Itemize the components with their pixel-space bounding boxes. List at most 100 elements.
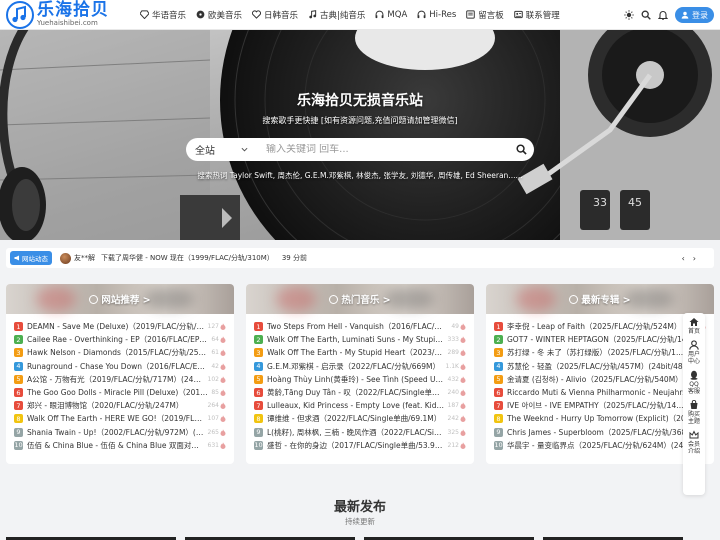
card-header[interactable]: 最新专辑 > [486,284,714,314]
list-item[interactable]: 9 L(桃籽), 周林枫, 三楠 - 晚风作酒（2022/FLAC/Sing...… [254,426,466,439]
list-item-title[interactable]: GOT7 - WINTER HEPTAGON（2025/FLAC/分轨/14..… [507,334,706,345]
list-item-title[interactable]: 金请夏 (김청하) - Alivio（2025/FLAC/分轨/540M）(..… [507,374,706,385]
list-item-title[interactable]: 李幸倪 - Leap of Faith（2025/FLAC/分轨/524M） [507,321,688,332]
activity-prev-button[interactable]: ‹ [682,254,685,263]
list-item-title[interactable]: 黄龄,Tăng Duy Tân - 叹（2022/FLAC/Single单曲/5… [267,387,445,398]
list-item-title[interactable]: G.E.M.邓紫棋 - 启示录（2022/FLAC/分轨/669M） [267,361,443,372]
nav-item-chinese-music[interactable]: 华语音乐 [140,9,186,21]
list-item[interactable]: 1李幸倪 - Leap of Faith（2025/FLAC/分轨/524M）2… [494,320,706,333]
list-item-title[interactable]: Walk Off The Earth, Luminati Suns - My S… [267,335,445,344]
activity-next-button[interactable]: › [693,254,696,263]
list-item[interactable]: 7 郑兴 - 眼泪博物馆（2020/FLAC/分轨/247M） 264 [14,399,226,412]
card-list: 1 Two Steps From Hell - Vanquish（2016/FLA… [246,314,474,452]
list-item-title[interactable]: IVE 아이브 - IVE EMPATHY（2025/FLAC/分轨/14... [507,400,706,411]
list-item[interactable]: 10 伍佰 & China Blue - 伍佰 & China Blue 双面对决… [14,439,226,452]
latest-section-title: 最新发布 [333,500,386,515]
list-item[interactable]: 1 DEAMN - Save Me (Deluxe)（2019/FLAC/分轨/2… [14,320,226,333]
list-item[interactable]: 8 谭维维 - 但求酒（2022/FLAC/Single单曲/69.1M） 242 [254,412,466,425]
list-item-title[interactable]: DEAMN - Save Me (Deluxe)（2019/FLAC/分轨/29… [27,321,205,332]
list-item[interactable]: 1 Two Steps From Hell - Vanquish（2016/FLA… [254,320,466,333]
nav-item-contact-admin[interactable]: 联系管理 [514,9,560,21]
sidefloat-qq-service[interactable]: QQ客服 [688,370,700,396]
search-icon[interactable] [641,10,651,20]
nav-item-jpkr-music[interactable]: 日韩音乐 [252,9,298,21]
list-item[interactable]: 6 The Goo Goo Dolls - Miracle Pill (Delux… [14,386,226,399]
card-header[interactable]: 热门音乐 > [246,284,474,314]
list-item[interactable]: 2 Walk Off The Earth, Luminati Suns - My … [254,333,466,346]
rank-badge: 2 [254,335,263,345]
list-item[interactable]: 4 Runaground - Chase You Down（2016/FLAC/E… [14,360,226,373]
theme-toggle-icon[interactable] [624,10,634,20]
fire-icon [220,428,226,436]
bell-icon[interactable] [658,10,668,20]
list-item[interactable]: 5 Hoàng Thùy Linh(黄垂玲) - See Tình (Speed … [254,373,466,386]
list-item-title[interactable]: 苏打绿 - 冬 未了（苏打绿版）（2025/FLAC/分轨/1... [507,347,706,358]
list-item-title[interactable]: 谭维维 - 但求酒（2022/FLAC/Single单曲/69.1M） [267,413,445,424]
list-item[interactable]: 10 盛哲 - 在你的身边（2017/FLAC/Single单曲/53.9M...… [254,439,466,452]
list-item-title[interactable]: 盛哲 - 在你的身边（2017/FLAC/Single单曲/53.9M... [267,440,445,451]
list-item-title[interactable]: The Weeknd - Hurry Up Tomorrow (Explicit… [507,413,706,424]
list-item[interactable]: 7 IVE 아이브 - IVE EMPATHY（2025/FLAC/分轨/14..… [494,399,706,412]
site-logo[interactable]: 乐海拾贝 Yuehaishibei.com [6,0,134,29]
list-item-title[interactable]: Lulleaux, Kid Princess - Empty Love (fea… [267,401,445,410]
rank-badge: 9 [254,427,263,437]
circle-icon [89,294,99,304]
rank-badge: 9 [14,427,23,437]
card-header[interactable]: 网站推荐 > [6,284,234,314]
list-item[interactable]: 10 华晨宇 - 量变临界点（2025/FLAC/分轨/624M）(24... [494,439,706,452]
list-item-title[interactable]: Two Steps From Hell - Vanquish（2016/FLAC… [267,321,448,332]
list-item[interactable]: 5 金请夏 (김청하) - Alivio（2025/FLAC/分轨/540M）(.… [494,373,706,386]
activity-text[interactable]: 下载了周华健 - NOW 现在（1999/FLAC/分轨/310M） [101,253,274,263]
list-item[interactable]: 6 Riccardo Muti & Vienna Philharmonic - N… [494,386,706,399]
list-item-title[interactable]: Hawk Nelson - Diamonds（2015/FLAC/分轨/258M… [27,347,208,358]
sidefloat-buy-theme[interactable]: 购买主题 [688,399,700,426]
list-item-title[interactable]: 华晨宇 - 量变临界点（2025/FLAC/分轨/624M）(24... [507,440,706,451]
sidefloat-user-center[interactable]: 用户中心 [688,339,700,366]
nav-item-classical-music[interactable]: 古典|纯音乐 [308,9,365,21]
list-item[interactable]: 2 Cailee Rae - Overthinking - EP（2016/FLA… [14,333,226,346]
list-item-title[interactable]: Chris James - Superbloom（2025/FLAC/分轨/36… [507,427,706,438]
rank-badge: 3 [254,348,263,358]
list-item-title[interactable]: L(桃籽), 周林枫, 三楠 - 晚风作酒（2022/FLAC/Sing... [267,427,445,438]
fire-icon [460,402,466,410]
list-item[interactable]: 5 A公馆 - 万物有光（2019/FLAC/分轨/717M）(24bit... 1… [14,373,226,386]
list-item[interactable]: 9 Chris James - Superbloom（2025/FLAC/分轨/3… [494,426,706,439]
search-input[interactable] [256,144,508,155]
hot-search-keywords[interactable]: 搜索热词 Taylor Swift, 周杰伦, G.E.M.邓紫棋, 林俊杰, … [0,170,720,181]
list-item-title[interactable]: Riccardo Muti & Vienna Philharmonic - Ne… [507,388,706,397]
search-scope-select[interactable]: 全站 [186,142,256,157]
list-item[interactable]: 3 苏打绿 - 冬 未了（苏打绿版）（2025/FLAC/分轨/1... [494,346,706,359]
list-item-title[interactable]: The Goo Goo Dolls - Miracle Pill (Deluxe… [27,387,208,398]
list-item[interactable]: 4 苏慧伦 - 轻盈（2025/FLAC/分轨/457M）(24bit/48k..… [494,360,706,373]
login-button[interactable]: 登录 [675,7,714,23]
nav-item-hi-res[interactable]: Hi-Res [417,10,456,20]
list-item-title[interactable]: Walk Off The Earth - My Stupid Heart（202… [267,347,445,358]
view-count-value: 240 [447,389,459,397]
sidefloat-home[interactable]: 首页 [688,317,700,336]
list-item[interactable]: 3 Hawk Nelson - Diamonds（2015/FLAC/分轨/258… [14,346,226,359]
list-item-title[interactable]: Runaground - Chase You Down（2016/FLAC/EP… [27,361,208,372]
list-item[interactable]: 9 Shania Twain - Up!（2002/FLAC/分轨/972M）(M… [14,426,226,439]
nav-item-western-music[interactable]: 欧美音乐 [196,9,242,21]
list-item[interactable]: 2 GOT7 - WINTER HEPTAGON（2025/FLAC/分轨/14.… [494,333,706,346]
list-item-title[interactable]: 郑兴 - 眼泪博物馆（2020/FLAC/分轨/247M） [27,400,205,411]
view-count-value: 107 [207,415,219,423]
list-item[interactable]: 7 Lulleaux, Kid Princess - Empty Love (fe… [254,399,466,412]
list-item-title[interactable]: Walk Off The Earth - HERE WE GO!（2019/FL… [27,413,205,424]
list-item[interactable]: 8 The Weeknd - Hurry Up Tomorrow (Explici… [494,412,706,425]
view-count-value: 631 [207,441,219,449]
list-item[interactable]: 8 Walk Off The Earth - HERE WE GO!（2019/F… [14,412,226,425]
list-item[interactable]: 4 G.E.M.邓紫棋 - 启示录（2022/FLAC/分轨/669M） 1.1K [254,360,466,373]
list-item-title[interactable]: Hoàng Thùy Linh(黄垂玲) - See Tình (Speed U… [267,374,445,385]
nav-item-mqa[interactable]: MQA [375,10,407,20]
sidefloat-vip-intro[interactable]: 会员介绍 [688,429,700,456]
list-item[interactable]: 3 Walk Off The Earth - My Stupid Heart（20… [254,346,466,359]
list-item-title[interactable]: 苏慧伦 - 轻盈（2025/FLAC/分轨/457M）(24bit/48k... [507,361,706,372]
nav-item-message-board[interactable]: 留言板 [466,9,504,21]
list-item-title[interactable]: A公馆 - 万物有光（2019/FLAC/分轨/717M）(24bit... [27,374,205,385]
list-item[interactable]: 6 黄龄,Tăng Duy Tân - 叹（2022/FLAC/Single单曲/… [254,386,466,399]
list-item-title[interactable]: 伍佰 & China Blue - 伍佰 & China Blue 双面对决演.… [27,440,205,451]
list-item-title[interactable]: Shania Twain - Up!（2002/FLAC/分轨/972M）(M.… [27,427,205,438]
list-item-title[interactable]: Cailee Rae - Overthinking - EP（2016/FLAC… [27,334,208,345]
search-button[interactable] [508,138,534,161]
